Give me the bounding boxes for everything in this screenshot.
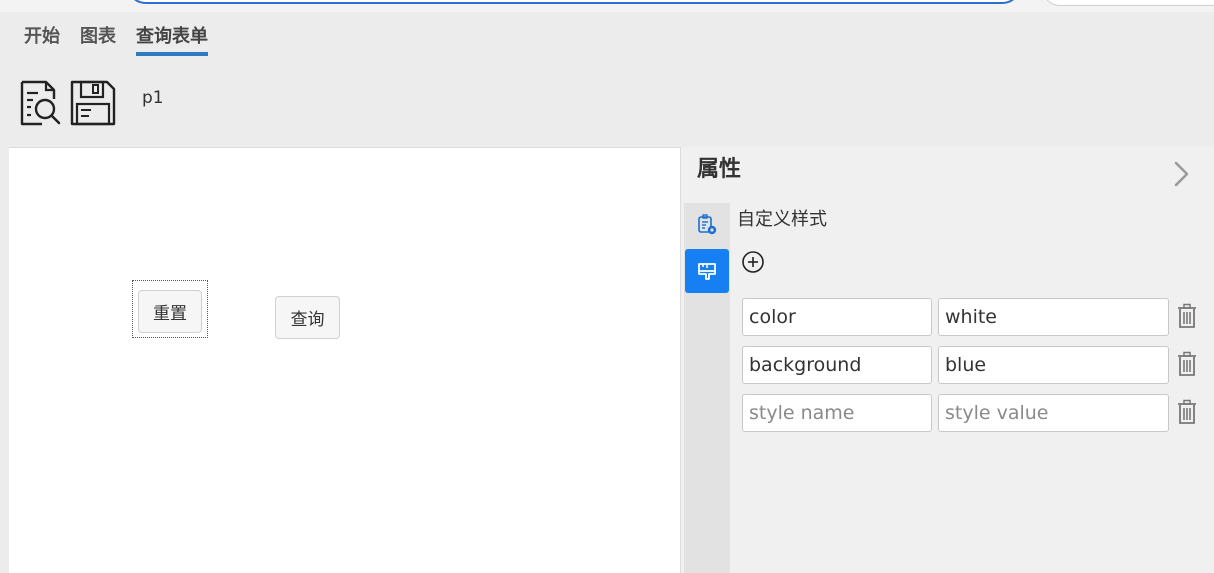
chevron-right-icon [1174,161,1189,187]
tab-start[interactable]: 开始 [14,20,70,54]
properties-side-tabs [684,203,730,573]
search-bar-edge[interactable] [126,0,1022,4]
trash-icon [1178,399,1196,424]
side-tab-style[interactable] [685,249,729,293]
style-value-input[interactable] [938,346,1169,384]
floppy-disk-icon [70,80,116,126]
style-name-input[interactable] [742,394,932,432]
style-name-input[interactable] [742,346,932,384]
style-value-input[interactable] [938,298,1169,336]
delete-style-button[interactable] [1176,351,1198,377]
style-value-input[interactable] [938,394,1169,432]
side-tab-component-settings[interactable] [685,203,729,247]
query-button[interactable]: 查询 [275,296,340,339]
style-name-input[interactable] [742,298,932,336]
save-button[interactable] [68,78,118,128]
custom-style-title: 自定义样式 [737,209,827,230]
plus-circle-icon [742,251,764,273]
tab-charts[interactable]: 图表 [70,20,126,54]
delete-style-button[interactable] [1176,303,1198,329]
delete-style-button[interactable] [1176,399,1198,425]
properties-title: 属性 [697,157,742,182]
tab-query-form[interactable]: 查询表单 [126,20,218,56]
app-window: 开始 图表 查询表单 p1 重置 查询 属性 自定义样式 color white… [0,0,1214,573]
properties-panel: 属性 自定义样式 color white background blue sty… [680,147,1214,573]
collapse-panel-button[interactable] [1169,159,1195,189]
preview-button[interactable] [14,78,64,128]
search-document-icon [20,80,61,126]
reset-button[interactable]: 重置 [138,290,202,333]
designer-canvas[interactable]: 重置 查询 [9,147,680,573]
trash-icon [1178,351,1196,376]
style-row [742,298,1212,336]
ribbon-tabs: 开始 图表 查询表单 [14,20,218,56]
paint-brush-icon [698,263,716,280]
top-strip [0,0,1214,12]
selected-component-frame[interactable]: 重置 [132,280,208,338]
component-settings-icon [698,214,717,235]
trash-icon [1178,303,1196,328]
style-row [742,346,1212,384]
page-name-label: p1 [142,88,164,108]
top-right-control-edge[interactable] [1042,0,1214,6]
add-style-button[interactable] [741,250,765,274]
style-row [742,394,1212,432]
toolbar: p1 [14,78,164,128]
